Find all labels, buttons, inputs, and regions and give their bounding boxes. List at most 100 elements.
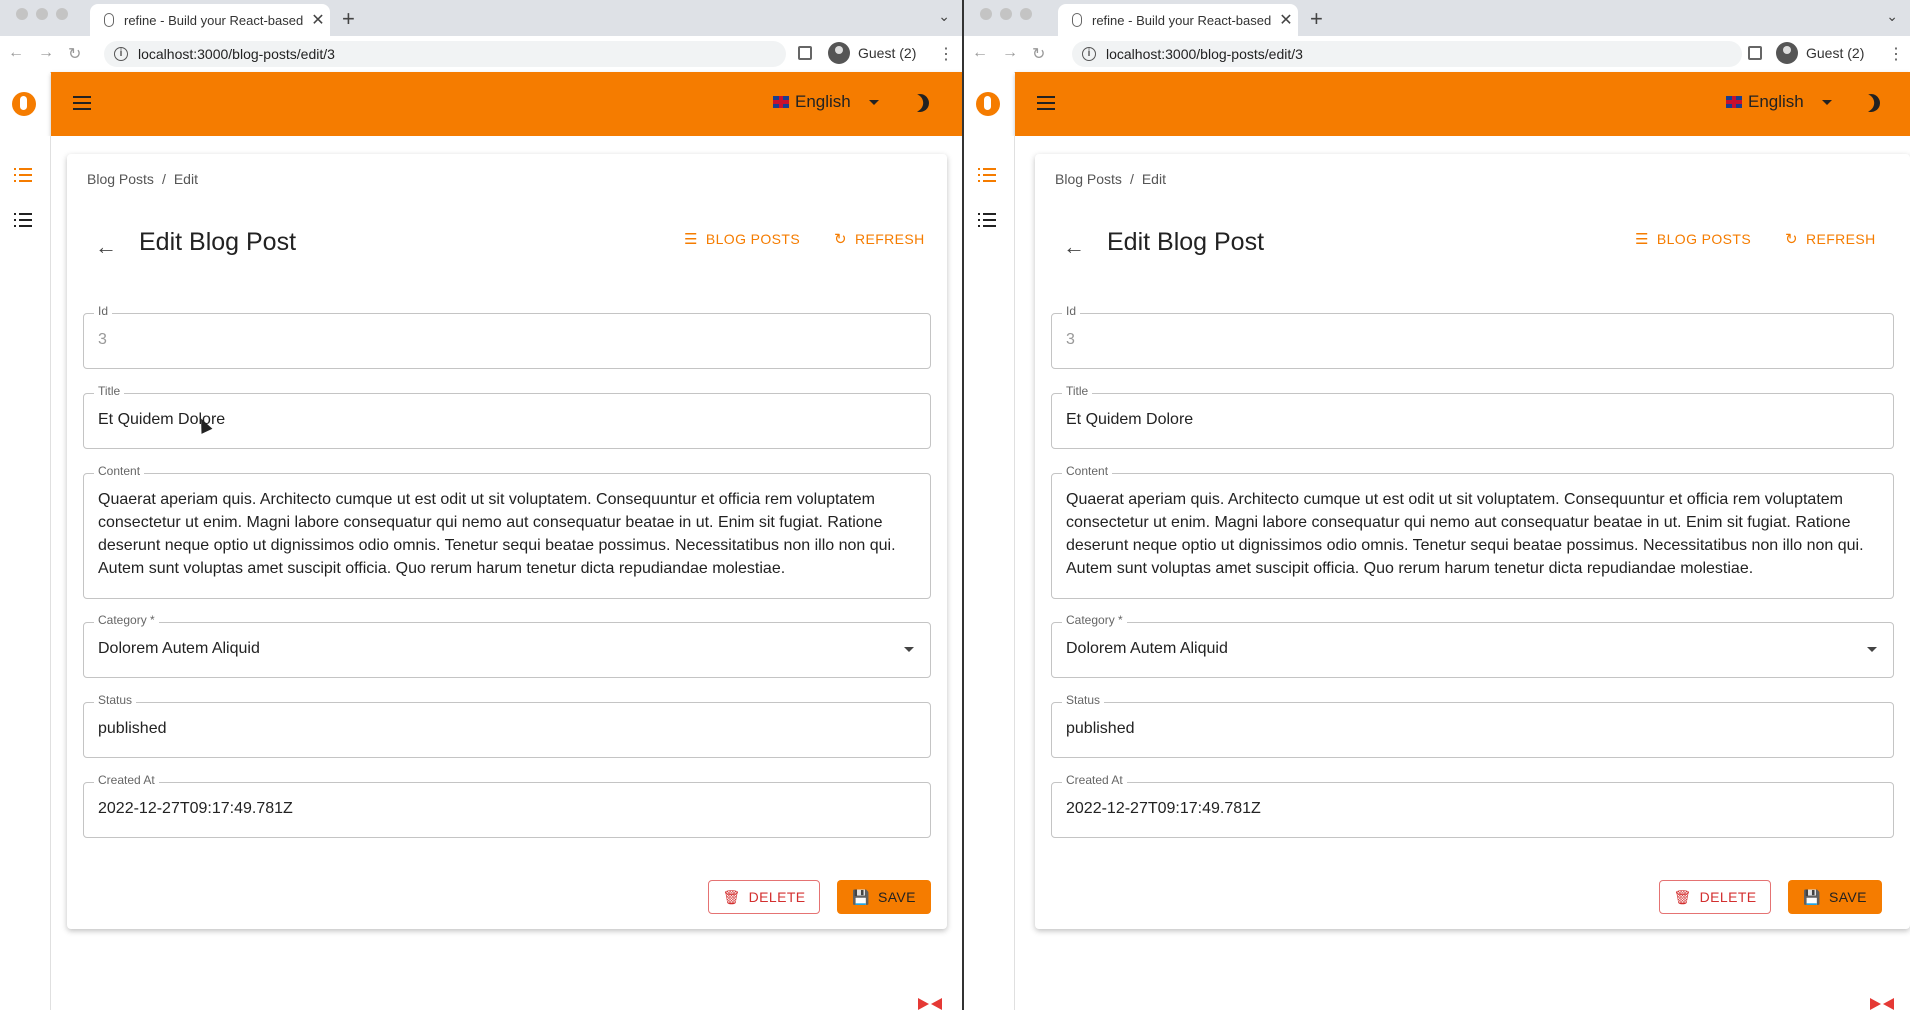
category-label: Category *: [94, 613, 159, 627]
status-value: published: [1066, 720, 1135, 737]
category-select[interactable]: Category * Dolorem Autem Aliquid: [1051, 613, 1894, 678]
refresh-icon: ↻: [1785, 231, 1798, 248]
language-label: English: [795, 92, 851, 111]
blog-posts-list-button[interactable]: ☰ BLOG POSTS: [1635, 230, 1751, 248]
sidebar-item-blog-posts-icon[interactable]: [978, 168, 996, 182]
hamburger-menu-icon[interactable]: [73, 96, 91, 110]
reload-icon[interactable]: ↻: [1032, 44, 1045, 64]
sidebar-item-blog-posts-icon[interactable]: [14, 168, 32, 182]
browser-tab[interactable]: refine - Build your React-based ✕: [90, 4, 330, 36]
window-controls[interactable]: [16, 8, 68, 20]
language-select[interactable]: English: [773, 92, 879, 112]
created-at-value: 2022-12-27T09:17:49.781Z: [1066, 800, 1261, 817]
category-select[interactable]: Category * Dolorem Autem Aliquid: [83, 613, 931, 678]
reload-icon[interactable]: ↻: [68, 44, 81, 64]
refine-logo-icon[interactable]: [976, 92, 1000, 116]
refresh-icon: ↻: [834, 231, 847, 248]
forward-icon[interactable]: →: [1002, 44, 1018, 64]
refresh-button[interactable]: ↻ REFRESH: [834, 230, 925, 248]
delete-button[interactable]: 🗑 DELETE: [1659, 880, 1771, 914]
tab-title: refine - Build your React-based: [1092, 12, 1272, 28]
url-field[interactable]: i localhost:3000/blog-posts/edit/3: [104, 41, 786, 67]
id-field[interactable]: Id 3: [83, 304, 931, 369]
chevron-down-icon: [868, 99, 879, 105]
browser-tab[interactable]: refine - Build your React-based ✕: [1058, 4, 1298, 36]
trash-icon: 🗑: [722, 888, 741, 905]
tab-search-icon[interactable]: ⌄: [938, 8, 950, 25]
hamburger-menu-icon[interactable]: [1037, 96, 1055, 110]
site-info-icon[interactable]: i: [114, 47, 128, 61]
breadcrumb-blog-posts[interactable]: Blog Posts: [87, 171, 154, 187]
created-at-label: Created At: [1062, 773, 1127, 787]
content-label: Content: [1062, 464, 1113, 478]
browser-menu-icon[interactable]: ⋮: [1888, 44, 1904, 64]
breadcrumb-blog-posts[interactable]: Blog Posts: [1055, 171, 1122, 187]
refresh-button[interactable]: ↻ REFRESH: [1785, 230, 1876, 248]
status-label: Status: [94, 693, 137, 707]
forward-icon[interactable]: →: [38, 44, 54, 64]
side-panel-icon[interactable]: [798, 46, 812, 60]
page-title: Edit Blog Post: [1107, 228, 1265, 256]
devtools-bowtie-icon[interactable]: [1870, 998, 1894, 1010]
uk-flag-icon: [1726, 96, 1742, 108]
devtools-bowtie-icon[interactable]: [918, 998, 942, 1010]
back-icon[interactable]: ←: [8, 44, 24, 64]
edit-card: Blog Posts / Edit ← Edit Blog Post ☰ BLOG P…: [1035, 154, 1910, 929]
content-value: Quaerat aperiam quis. Architecto cumque …: [1066, 491, 1864, 577]
address-bar: ← → ↻ i localhost:3000/blog-posts/edit/3…: [964, 36, 1910, 73]
category-value: Dolorem Autem Aliquid: [1066, 640, 1228, 657]
profile-label: Guest (2): [858, 45, 917, 61]
delete-button[interactable]: 🗑 DELETE: [708, 880, 820, 914]
dark-mode-toggle-icon[interactable]: [1859, 91, 1884, 116]
browser-menu-icon[interactable]: ⋮: [938, 44, 954, 64]
close-tab-icon[interactable]: ✕: [306, 10, 330, 30]
list-icon: ☰: [684, 231, 698, 248]
sidebar-item-categories-icon[interactable]: [14, 213, 32, 227]
profile-button[interactable]: Guest (2): [828, 42, 916, 64]
tab-strip: refine - Build your React-based ✕ + ⌄: [964, 0, 1910, 36]
refine-logo-icon[interactable]: [12, 92, 36, 116]
tab-search-icon[interactable]: ⌄: [1886, 8, 1898, 25]
id-field[interactable]: Id 3: [1051, 304, 1894, 369]
refine-favicon-icon: [104, 13, 114, 27]
url-field[interactable]: i localhost:3000/blog-posts/edit/3: [1072, 41, 1742, 67]
new-tab-icon[interactable]: +: [342, 6, 355, 32]
id-label: Id: [1062, 304, 1081, 318]
sidebar-item-categories-icon[interactable]: [978, 213, 996, 227]
title-field[interactable]: Title Et Quidem Dolore: [1051, 384, 1894, 449]
content-label: Content: [94, 464, 145, 478]
language-select[interactable]: English: [1726, 92, 1832, 112]
content-field[interactable]: Content Quaerat aperiam quis. Architecto…: [1051, 464, 1894, 599]
save-button[interactable]: 💾 SAVE: [1788, 880, 1882, 914]
tab-strip: refine - Build your React-based ✕ + ⌄: [0, 0, 962, 36]
profile-button[interactable]: Guest (2): [1776, 42, 1864, 64]
dropdown-arrow-icon[interactable]: [1867, 647, 1877, 652]
dropdown-arrow-icon[interactable]: [904, 647, 914, 652]
window-controls[interactable]: [980, 8, 1032, 20]
avatar-icon: [1776, 42, 1798, 64]
back-icon[interactable]: ←: [972, 44, 988, 64]
new-tab-icon[interactable]: +: [1310, 6, 1323, 32]
category-label: Category *: [1062, 613, 1127, 627]
dark-mode-toggle-icon[interactable]: [908, 91, 933, 116]
blog-posts-list-button[interactable]: ☰ BLOG POSTS: [684, 230, 800, 248]
sidebar: [0, 136, 51, 1010]
side-panel-icon[interactable]: [1748, 46, 1762, 60]
browser-window-left: refine - Build your React-based ✕ + ⌄ ← …: [0, 0, 962, 1010]
app-header: English: [51, 72, 962, 136]
created-at-field[interactable]: Created At 2022-12-27T09:17:49.781Z: [83, 773, 931, 838]
status-field[interactable]: Status published: [1051, 693, 1894, 758]
nav-buttons: ← → ↻: [972, 44, 1045, 64]
back-arrow-icon[interactable]: ←: [95, 234, 117, 260]
back-arrow-icon[interactable]: ←: [1063, 234, 1085, 260]
save-button[interactable]: 💾 SAVE: [837, 880, 931, 914]
site-info-icon[interactable]: i: [1082, 47, 1096, 61]
status-field[interactable]: Status published: [83, 693, 931, 758]
created-at-field[interactable]: Created At 2022-12-27T09:17:49.781Z: [1051, 773, 1894, 838]
close-tab-icon[interactable]: ✕: [1274, 10, 1298, 30]
title-field[interactable]: Title Et Quidem Dolore: [83, 384, 931, 449]
content-field[interactable]: Content Quaerat aperiam quis. Architecto…: [83, 464, 931, 599]
tab-title: refine - Build your React-based: [124, 12, 304, 28]
title-label: Title: [94, 384, 125, 398]
status-value: published: [98, 720, 167, 737]
